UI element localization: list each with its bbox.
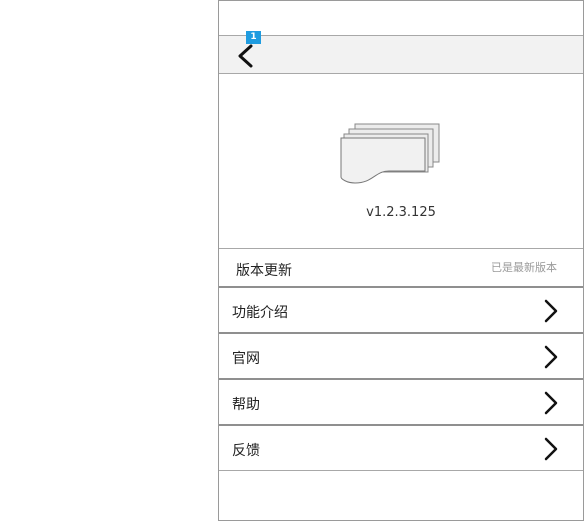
app-logo	[339, 123, 443, 193]
chevron-right-icon	[544, 391, 558, 415]
menu-item-help[interactable]: 帮助	[219, 378, 583, 424]
chevron-left-icon	[238, 44, 253, 68]
chevron-right-icon	[544, 299, 558, 323]
menu-item-features[interactable]: 功能介绍	[219, 286, 583, 332]
annotation-badge: 1	[246, 31, 261, 44]
app-version: v1.2.3.125	[366, 205, 436, 220]
menu-item-label: 帮助	[232, 397, 260, 413]
version-update-row[interactable]: 版本更新 已是最新版本	[219, 248, 583, 287]
update-status-text: 已是最新版本	[491, 261, 557, 274]
back-button[interactable]	[231, 42, 259, 70]
menu-item-website[interactable]: 官网	[219, 332, 583, 378]
chevron-right-icon	[544, 437, 558, 461]
top-navigation-bar	[219, 35, 583, 74]
chevron-right-icon	[544, 345, 558, 369]
version-update-label: 版本更新	[236, 263, 292, 279]
document-stack-icon	[340, 123, 440, 184]
menu-item-label: 反馈	[232, 443, 260, 459]
phone-frame: v1.2.3.125 版本更新 已是最新版本 功能介绍 官网 帮助 反馈	[218, 0, 584, 521]
menu-item-label: 官网	[232, 351, 260, 367]
menu-item-feedback[interactable]: 反馈	[219, 424, 583, 470]
divider	[219, 470, 583, 471]
menu-item-label: 功能介绍	[232, 305, 288, 321]
